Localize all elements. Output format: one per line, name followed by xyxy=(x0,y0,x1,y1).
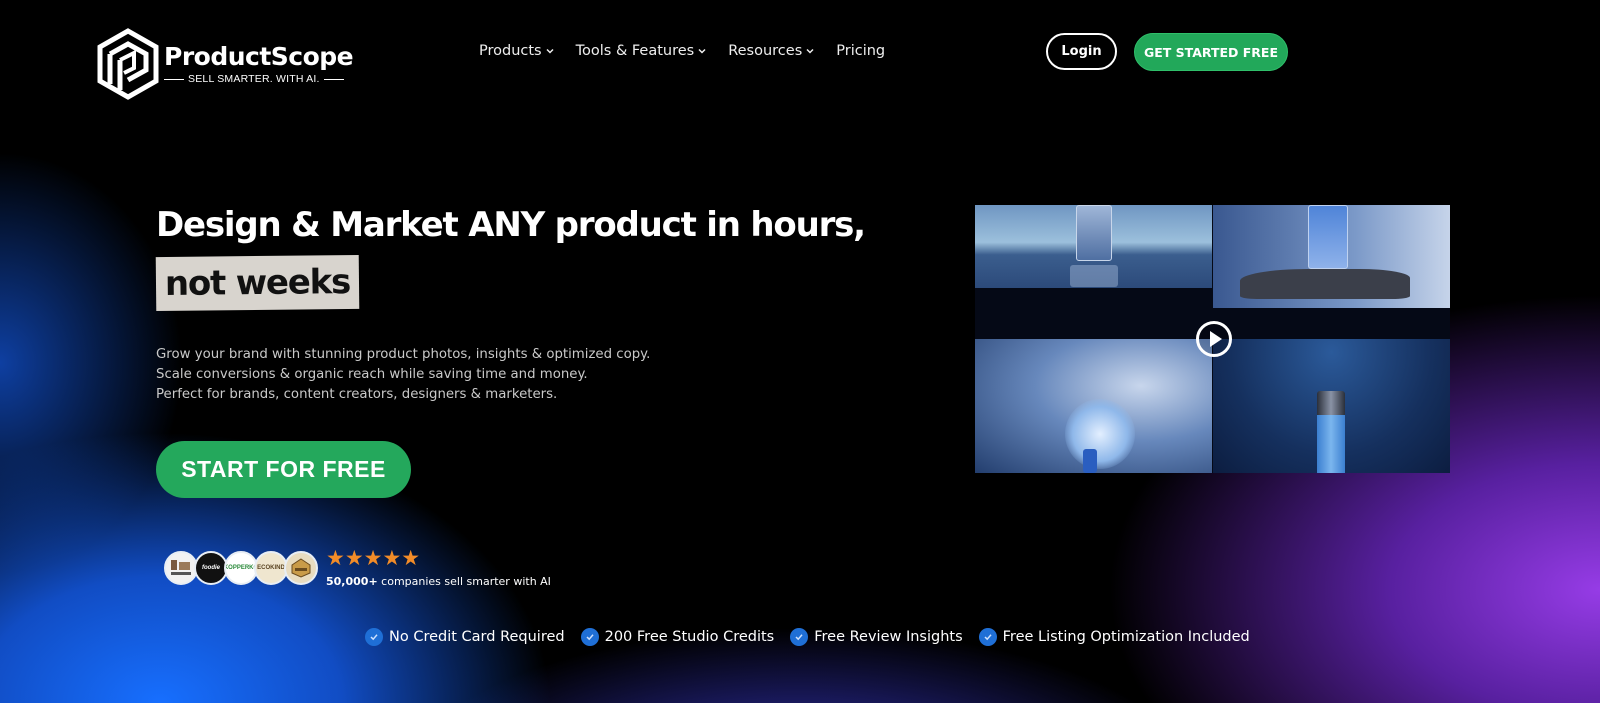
chevron-down-icon xyxy=(546,48,554,54)
customer-logo: ECOKIND xyxy=(254,551,288,585)
chevron-down-icon xyxy=(806,48,814,54)
feature-item: Free Listing Optimization Included xyxy=(978,628,1250,646)
subtext-line: Scale conversions & organic reach while … xyxy=(156,367,588,382)
social-proof: foodie KOPPERKG ECOKIND ★★★★★ 50,000+ co… xyxy=(164,548,551,588)
brand-logo[interactable]: ProductScope SELL SMARTER. WITH AI. xyxy=(96,28,354,100)
main-nav: Products Tools & Features Resources Pric… xyxy=(479,43,885,59)
brand-tagline: SELL SMARTER. WITH AI. xyxy=(164,73,353,85)
login-button[interactable]: Login xyxy=(1046,33,1117,70)
get-started-free-button[interactable]: GET STARTED FREE xyxy=(1134,33,1288,71)
feature-item: Free Review Insights xyxy=(790,628,963,646)
nav-pricing[interactable]: Pricing xyxy=(836,43,885,59)
hero-video-thumbnail[interactable] xyxy=(975,205,1450,473)
feature-item: No Credit Card Required xyxy=(365,628,565,646)
social-proof-text: 50,000+ companies sell smarter with AI xyxy=(326,575,551,588)
customer-logo: KOPPERKG xyxy=(224,551,258,585)
customer-logos: foodie KOPPERKG ECOKIND xyxy=(164,551,318,585)
customer-logo xyxy=(284,551,318,585)
brand-name: ProductScope xyxy=(164,41,354,71)
hero-headline: Design & Market ANY product in hours, xyxy=(156,205,866,245)
hero-headline-highlight: not weeks xyxy=(155,254,360,312)
product-image-perfume xyxy=(975,205,1212,288)
hero-subtext: Grow your brand with stunning product ph… xyxy=(156,345,650,405)
check-circle-icon xyxy=(978,628,997,646)
nav-resources[interactable]: Resources xyxy=(728,43,814,59)
check-circle-icon xyxy=(580,628,599,646)
chevron-down-icon xyxy=(698,48,706,54)
start-for-free-button[interactable]: START FOR FREE xyxy=(156,441,411,498)
check-circle-icon xyxy=(365,628,383,646)
product-image-bottle-on-rock xyxy=(1213,205,1450,308)
customer-logo: foodie xyxy=(194,551,228,585)
subtext-line: Perfect for brands, content creators, de… xyxy=(156,387,558,402)
product-image-splash xyxy=(975,339,1212,473)
productscope-logo-icon xyxy=(97,28,159,100)
rating-stars: ★★★★★ xyxy=(326,547,421,570)
play-icon[interactable] xyxy=(1195,320,1233,358)
product-image-spray xyxy=(1213,339,1450,473)
site-header: ProductScope SELL SMARTER. WITH AI. Prod… xyxy=(0,0,1600,136)
nav-tools-features[interactable]: Tools & Features xyxy=(576,43,707,59)
nav-products[interactable]: Products xyxy=(479,43,554,59)
customer-logo xyxy=(164,551,198,585)
feature-item: 200 Free Studio Credits xyxy=(580,628,774,646)
subtext-line: Grow your brand with stunning product ph… xyxy=(156,347,651,362)
feature-list: No Credit Card Required 200 Free Studio … xyxy=(365,628,1250,646)
check-circle-icon xyxy=(790,628,809,646)
